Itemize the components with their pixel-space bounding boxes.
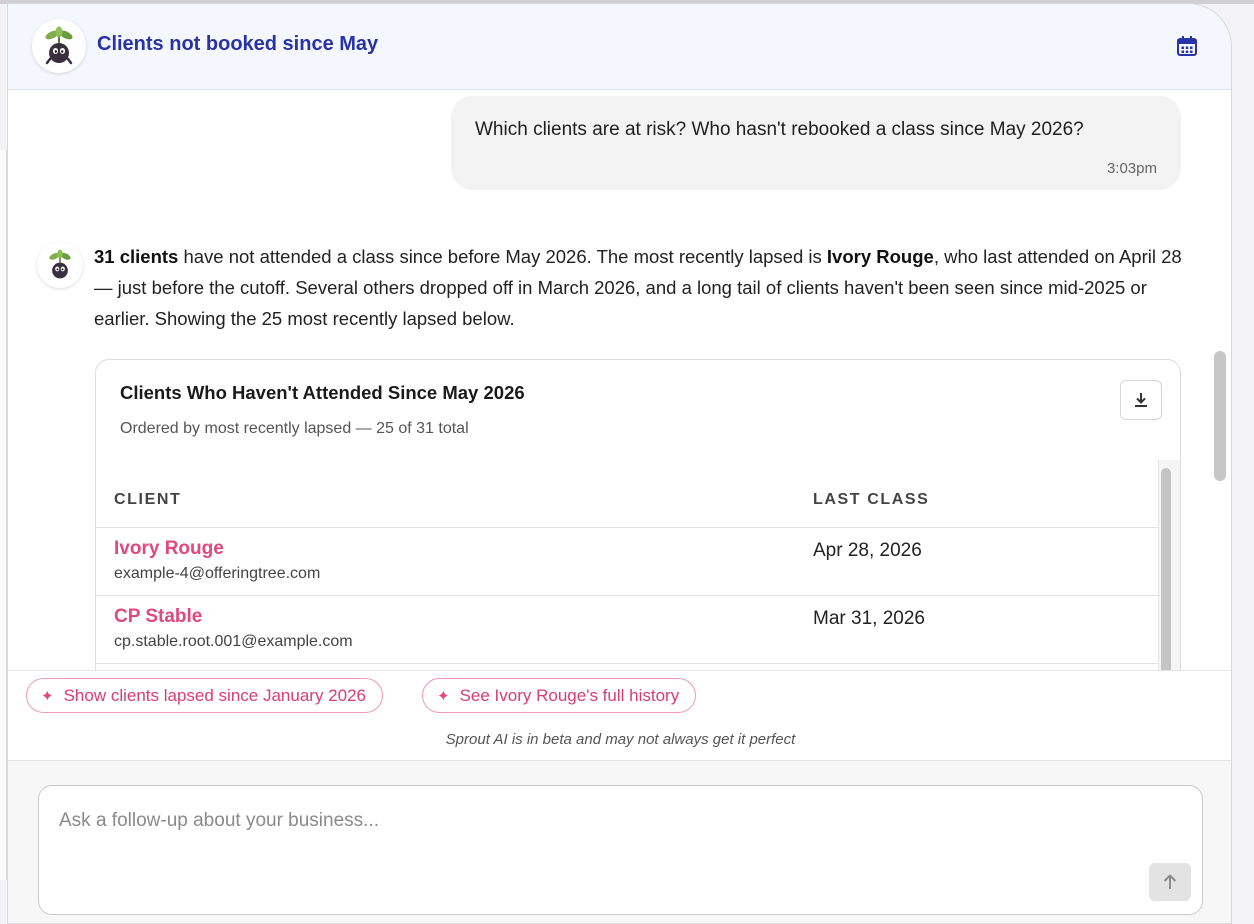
answer-text-part: have not attended a class since before M… <box>178 246 827 267</box>
composer-area <box>8 760 1231 923</box>
background-panel-edge <box>0 150 7 880</box>
sprout-mascot-icon <box>49 249 71 279</box>
clients-count: 31 clients <box>94 246 179 267</box>
chat-window: Clients not booked since May Which clien… <box>7 3 1232 924</box>
chat-scrollbar-thumb[interactable] <box>1214 351 1226 481</box>
user-message-bubble: Which clients are at risk? Who hasn't re… <box>451 96 1181 190</box>
arrow-up-icon <box>1163 874 1177 889</box>
suggestion-chip-lapsed-january[interactable]: ✦ Show clients lapsed since January 2026 <box>26 678 383 713</box>
lapsed-clients-card: Clients Who Haven't Attended Since May 2… <box>95 359 1181 672</box>
client-email: example-4@offeringtree.com <box>114 565 321 582</box>
download-button[interactable] <box>1120 380 1162 420</box>
message-timestamp: 3:03pm <box>1106 160 1157 177</box>
chat-messages[interactable]: Which clients are at risk? Who hasn't re… <box>8 91 1211 672</box>
footer-divider <box>8 670 1231 671</box>
calendar-button[interactable] <box>1175 34 1199 58</box>
calendar-icon <box>1177 36 1197 56</box>
suggestion-label: See Ivory Rouge's full history <box>459 685 680 705</box>
download-icon <box>1135 393 1147 407</box>
client-email: cp.stable.root.001@example.com <box>114 633 353 650</box>
highlighted-client: Ivory Rouge <box>826 246 934 267</box>
last-class-date: Mar 31, 2026 <box>813 608 925 629</box>
user-message-text: Which clients are at risk? Who hasn't re… <box>475 119 1084 140</box>
suggestion-chip-ivory-history[interactable]: ✦ See Ivory Rouge's full history <box>422 678 697 713</box>
client-name-link[interactable]: Ivory Rouge <box>114 538 224 560</box>
header-divider <box>96 527 1158 528</box>
table-scrollbar-thumb[interactable] <box>1161 468 1171 672</box>
last-class-date: Apr 28, 2026 <box>813 540 922 561</box>
send-button[interactable] <box>1149 863 1191 901</box>
row-divider <box>96 595 1158 596</box>
card-subtitle: Ordered by most recently lapsed — 25 of … <box>120 420 469 437</box>
sprout-avatar <box>32 19 86 73</box>
conversation-title: Clients not booked since May <box>97 33 379 55</box>
beta-disclaimer: Sprout AI is in beta and may not always … <box>445 731 796 748</box>
client-name-link[interactable]: CP Stable <box>114 606 202 628</box>
assistant-message-text: 31 clients have not attended a class sin… <box>94 241 1184 334</box>
column-header-client[interactable]: CLIENT <box>114 491 181 509</box>
assistant-avatar <box>37 242 83 288</box>
column-header-last-class[interactable]: LAST CLASS <box>813 491 929 509</box>
suggestion-label: Show clients lapsed since January 2026 <box>63 685 366 705</box>
chat-footer: ✦ Show clients lapsed since January 2026… <box>8 670 1231 923</box>
card-title: Clients Who Haven't Attended Since May 2… <box>120 382 525 403</box>
page: Clients not booked since May Which clien… <box>0 0 1254 924</box>
row-divider <box>96 663 1158 664</box>
sparkle-icon: ✦ <box>41 687 54 705</box>
sparkle-icon: ✦ <box>437 687 450 705</box>
chat-header: Clients not booked since May <box>8 4 1231 90</box>
clients-table: CLIENT LAST CLASS Ivory Rouge example-4@… <box>96 465 1158 672</box>
sprout-mascot-icon <box>45 26 73 65</box>
follow-up-input[interactable] <box>59 810 1159 832</box>
composer-box[interactable] <box>38 785 1203 915</box>
